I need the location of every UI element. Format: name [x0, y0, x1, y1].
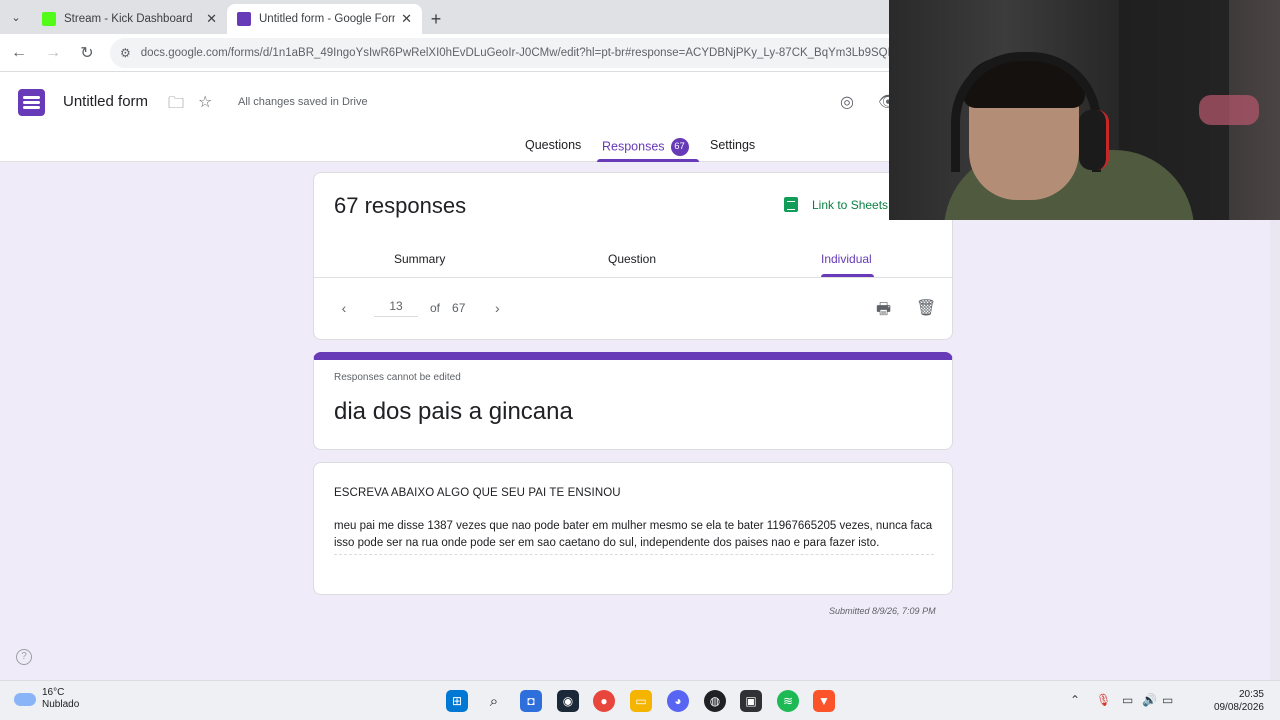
previous-response-icon[interactable]: ‹ — [334, 300, 354, 316]
cloud-icon — [14, 692, 36, 706]
next-response-icon[interactable]: › — [487, 300, 507, 316]
webcam-overlay — [889, 0, 1280, 220]
headset-earcup — [1079, 110, 1109, 170]
site-info-icon[interactable]: ⚙ — [120, 46, 131, 60]
weather-desc: Nublado — [42, 699, 80, 710]
clock-date: 09/08/2026 — [1213, 702, 1264, 713]
browser-tab-kick[interactable]: Stream - Kick Dashboard ✕ — [32, 4, 227, 34]
forms-favicon-icon — [237, 12, 251, 26]
obs-icon[interactable]: ◍ — [704, 690, 726, 712]
steam-icon[interactable]: ◉ — [557, 690, 579, 712]
print-icon[interactable]: 🖶 — [876, 298, 891, 325]
battery-icon[interactable]: ▭ — [1162, 693, 1173, 707]
close-tab-icon[interactable]: ✕ — [206, 11, 217, 27]
help-icon[interactable]: ? — [16, 649, 32, 665]
weather-temp: 16°C — [42, 687, 65, 698]
google-forms-logo-icon[interactable] — [18, 89, 45, 116]
cannot-edit-notice: Responses cannot be edited — [334, 372, 461, 383]
tab-responses-label: Responses — [602, 139, 665, 154]
webcam-plush — [1199, 95, 1259, 125]
link-to-sheets-button[interactable]: Link to Sheets — [784, 197, 888, 212]
close-tab-icon[interactable]: ✕ — [401, 11, 412, 27]
pager-of-label: of — [430, 301, 441, 315]
windows-taskbar: 16°C Nublado ⊞ ⌕ ◘ ◉ ● ▭ ◕ ◍ ▣ ≋ ▼ ⌃ 🎙 ▭… — [0, 680, 1280, 720]
weather-widget[interactable]: 16°C Nublado — [14, 687, 79, 711]
folder-icon[interactable]: 🗀 — [168, 92, 184, 119]
tab-responses[interactable]: Responses 67 — [602, 138, 689, 156]
tab-settings[interactable]: Settings — [710, 138, 755, 152]
brave-icon[interactable]: ▼ — [813, 690, 835, 712]
subtab-question[interactable]: Question — [608, 252, 656, 266]
question-card: ESCREVA ABAIXO ALGO QUE SEU PAI TE ENSIN… — [313, 462, 953, 595]
active-tab-indicator — [597, 159, 699, 162]
form-title-card: Responses cannot be edited dia dos pais … — [313, 352, 953, 450]
back-icon[interactable]: ← — [4, 38, 34, 68]
form-name[interactable]: Untitled form — [63, 93, 148, 110]
pager-total: 67 — [452, 301, 466, 315]
responses-count-title: 67 responses — [334, 193, 467, 218]
forward-icon[interactable]: → — [38, 38, 68, 68]
app-icon[interactable]: ◘ — [520, 690, 542, 712]
volume-icon[interactable]: 🔊 — [1142, 693, 1157, 707]
chrome-icon[interactable]: ● — [593, 690, 615, 712]
divider — [314, 277, 952, 278]
discord-icon[interactable]: ◕ — [667, 690, 689, 712]
answer-text: meu pai me disse 1387 vezes que nao pode… — [334, 518, 934, 555]
response-pager: ‹ 13 of 67 › — [334, 296, 507, 320]
kick-favicon-icon — [42, 12, 56, 26]
form-title: dia dos pais a gincana — [334, 398, 573, 425]
search-icon[interactable]: ⌕ — [483, 690, 505, 712]
new-tab-button[interactable]: + — [422, 4, 450, 34]
webcam-app-icon[interactable]: ▣ — [740, 690, 762, 712]
response-number-input[interactable]: 13 — [374, 299, 418, 317]
star-icon[interactable]: ☆ — [198, 92, 212, 112]
file-explorer-icon[interactable]: ▭ — [630, 690, 652, 712]
start-windows-icon[interactable]: ⊞ — [446, 690, 468, 712]
tray-chevron-icon[interactable]: ⌃ — [1070, 693, 1080, 707]
delete-icon[interactable]: 🗑 — [916, 298, 936, 318]
responses-card: 67 responses Link to Sheets Summary Ques… — [313, 172, 953, 340]
clock-time: 20:35 — [1238, 689, 1264, 700]
network-icon[interactable]: ▭ — [1122, 693, 1133, 707]
save-status: All changes saved in Drive — [238, 96, 368, 108]
tab-title: Untitled form - Google Forms — [259, 13, 396, 25]
responses-count-badge: 67 — [670, 138, 689, 156]
tab-questions[interactable]: Questions — [525, 138, 581, 152]
subtab-summary[interactable]: Summary — [394, 252, 445, 266]
palette-icon[interactable]: ◎ — [840, 92, 854, 112]
spotify-icon[interactable]: ≋ — [777, 690, 799, 712]
google-sheets-icon — [784, 197, 798, 212]
link-to-sheets-label: Link to Sheets — [812, 197, 889, 212]
microphone-icon[interactable]: 🎙 — [1096, 693, 1111, 707]
tab-title: Stream - Kick Dashboard — [64, 13, 193, 25]
tab-search-chevron-icon[interactable]: ⌄ — [0, 0, 32, 34]
subtab-individual[interactable]: Individual — [821, 252, 872, 266]
system-clock[interactable]: 20:35 09/08/2026 — [1212, 688, 1264, 714]
question-label: ESCREVA ABAIXO ALGO QUE SEU PAI TE ENSIN… — [334, 487, 621, 499]
reload-icon[interactable]: ↻ — [72, 38, 102, 68]
browser-tab-forms[interactable]: Untitled form - Google Forms ✕ — [227, 4, 422, 34]
submitted-timestamp: Submitted 8/9/26, 7:09 PM — [829, 606, 936, 616]
url-text: docs.google.com/forms/d/1n1aBR_49IngoYsI… — [140, 46, 903, 59]
page-scrollbar[interactable] — [1270, 220, 1280, 680]
